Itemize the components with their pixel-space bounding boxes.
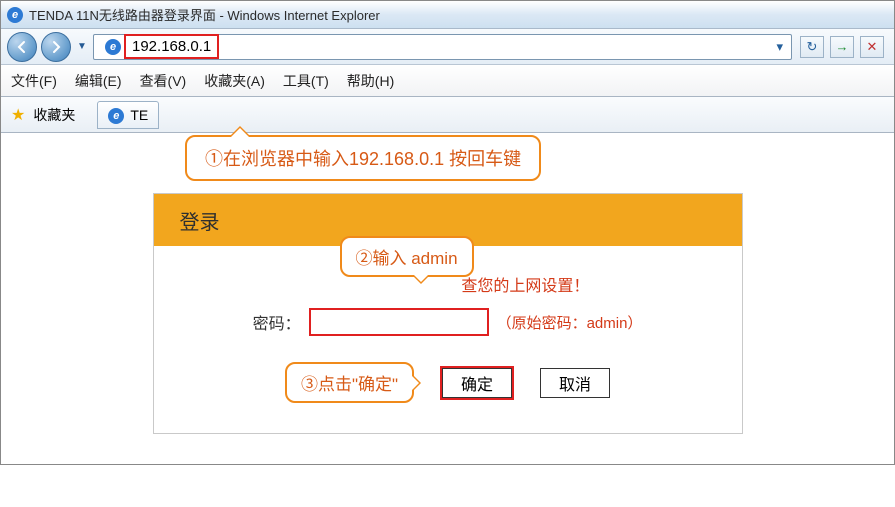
- toolbar-right: ↻ → ✕: [796, 36, 888, 58]
- callout-step3: ③点击"确定": [285, 362, 414, 403]
- stop-button[interactable]: ✕: [860, 36, 884, 58]
- tab-label: TE: [130, 107, 148, 123]
- menu-tools[interactable]: 工具(T): [283, 71, 329, 91]
- password-hint: （原始密码：admin）: [497, 312, 643, 333]
- forward-button[interactable]: [41, 32, 71, 62]
- page-icon: e: [104, 38, 122, 56]
- password-label: 密码：: [253, 310, 301, 334]
- ok-button[interactable]: 确定: [442, 368, 512, 398]
- callout-step3-text: ③点击"确定": [301, 375, 398, 394]
- menu-favorites[interactable]: 收藏夹(A): [204, 71, 265, 91]
- browser-tab[interactable]: e TE: [97, 101, 159, 129]
- callout-step2-text: ②输入 admin: [356, 249, 458, 268]
- menu-view[interactable]: 查看(V): [140, 71, 187, 91]
- go-button[interactable]: →: [830, 36, 854, 58]
- login-panel: 登录 ②输入 admin pad pad pad pad pad 查您的上网设置…: [153, 193, 743, 434]
- nav-history-dropdown-icon[interactable]: ▼: [75, 40, 89, 54]
- menu-help[interactable]: 帮助(H): [347, 71, 394, 91]
- favorites-bar: ★ 收藏夹 e TE: [1, 97, 894, 133]
- address-bar[interactable]: e 192.168.0.1 ▾: [93, 34, 792, 60]
- address-url[interactable]: 192.168.0.1: [126, 36, 217, 57]
- go-icon: →: [836, 39, 849, 54]
- address-dropdown-icon[interactable]: ▾: [772, 39, 787, 55]
- callout-step1: ①在浏览器中输入192.168.0.1 按回车键: [185, 135, 541, 181]
- password-input[interactable]: [309, 308, 489, 336]
- tab-favicon: e: [108, 106, 124, 124]
- page-content: 登录 ②输入 admin pad pad pad pad pad 查您的上网设置…: [1, 133, 894, 464]
- cancel-button[interactable]: 取消: [540, 368, 610, 398]
- ie-logo-icon: e: [7, 7, 23, 23]
- menu-bar: 文件(F) 编辑(E) 查看(V) 收藏夹(A) 工具(T) 帮助(H): [1, 65, 894, 97]
- refresh-icon: ↻: [807, 39, 818, 55]
- callout-step2: ②输入 admin: [340, 236, 474, 277]
- callout-step1-text: ①在浏览器中输入192.168.0.1 按回车键: [205, 149, 521, 169]
- menu-edit[interactable]: 编辑(E): [75, 71, 122, 91]
- login-message: 查您的上网设置！: [461, 278, 589, 295]
- browser-navbar: ▼ e 192.168.0.1 ▾ ↻ → ✕: [1, 29, 894, 65]
- back-button[interactable]: [7, 32, 37, 62]
- menu-file[interactable]: 文件(F): [11, 71, 57, 91]
- refresh-button[interactable]: ↻: [800, 36, 824, 58]
- stop-icon: ✕: [867, 39, 878, 55]
- window-titlebar: e TENDA 11N无线路由器登录界面 - Windows Internet …: [1, 1, 894, 29]
- window-title: TENDA 11N无线路由器登录界面 - Windows Internet Ex…: [29, 5, 380, 24]
- favorites-label[interactable]: 收藏夹: [33, 105, 75, 125]
- favorites-star-icon[interactable]: ★: [11, 105, 25, 125]
